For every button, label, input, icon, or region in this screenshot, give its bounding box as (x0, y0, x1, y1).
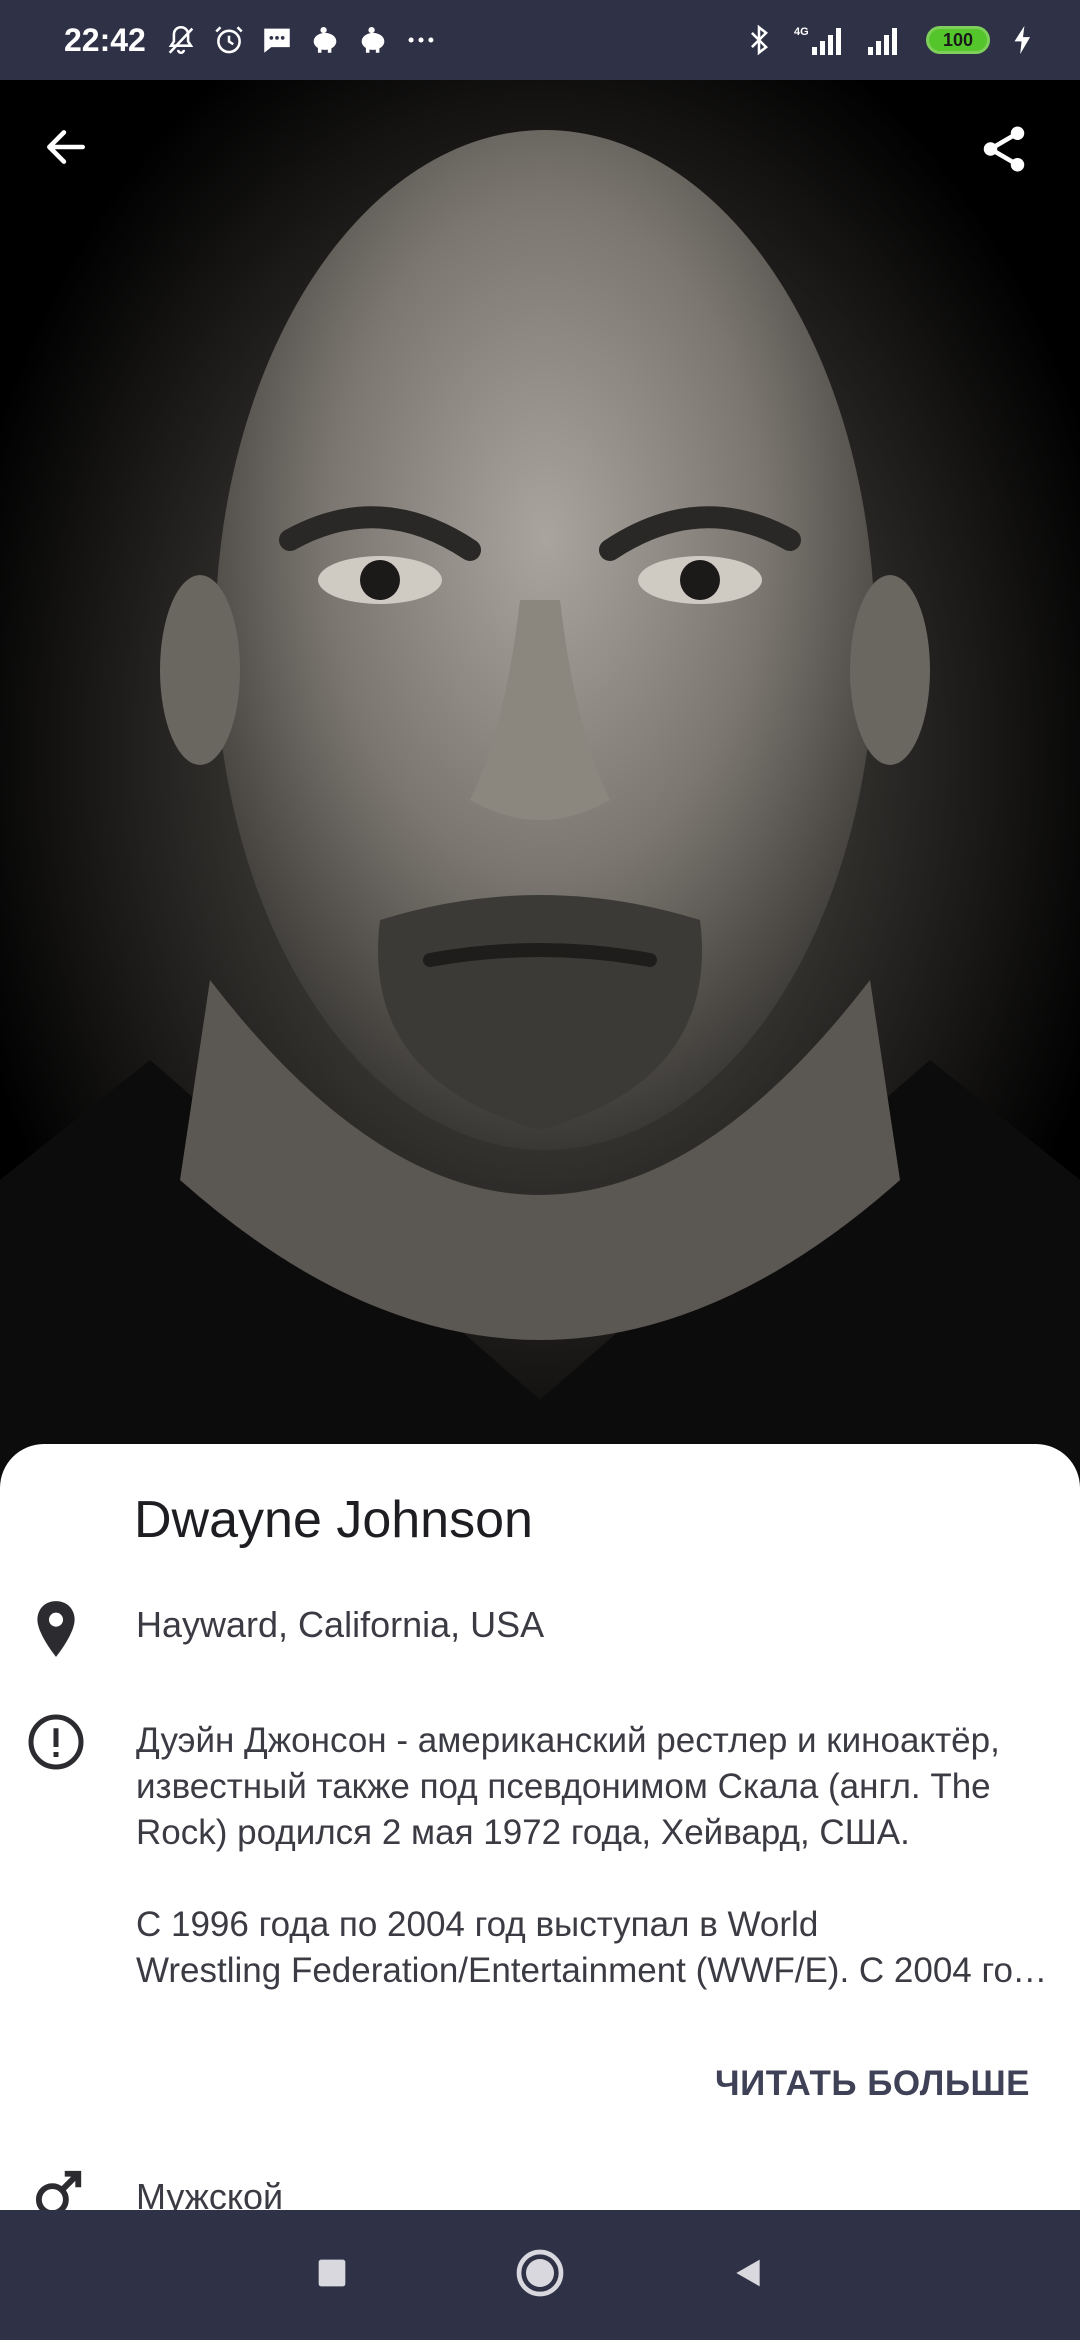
piggy-bank-icon (313, 26, 337, 53)
profile-card: Dwayne Johnson Hayward, California, USA … (0, 1444, 1080, 2214)
status-icons-left (164, 23, 438, 57)
status-time: 22:42 (64, 21, 146, 58)
info-alert-icon (26, 1712, 86, 1772)
square-icon (318, 2259, 346, 2286)
gender-text: Мужской (136, 2176, 284, 2214)
circle-icon (516, 2249, 564, 2296)
status-icons-right: 4G 100 (742, 23, 1040, 57)
alarm-icon (215, 26, 243, 54)
piggy-bank-icon (361, 26, 385, 53)
nav-back-button[interactable] (728, 2253, 768, 2298)
back-button[interactable] (41, 122, 113, 194)
more-icon (408, 37, 434, 43)
status-bar: 22:42 4G 100 (0, 0, 1080, 80)
message-icon (264, 28, 290, 53)
charging-icon (1014, 25, 1031, 55)
battery-icon: 100 (926, 26, 990, 54)
signal-icon (868, 28, 897, 55)
bio-paragraph-2-line-1: С 1996 года по 2004 год выступал в World (136, 1905, 819, 1944)
location-text: Hayward, California, USA (136, 1604, 545, 1645)
profile-photo (0, 80, 1080, 1480)
recents-button[interactable] (312, 2253, 352, 2298)
system-nav-bar (0, 2210, 1080, 2340)
home-button[interactable] (512, 2245, 568, 2306)
portrait-image (0, 130, 1080, 1480)
triangle-back-icon (736, 2259, 760, 2286)
bluetooth-icon (751, 24, 768, 56)
read-more-button[interactable]: ЧИТАТЬ БОЛЬШЕ (715, 2064, 1030, 2104)
battery-level: 100 (942, 29, 974, 50)
biography-text: Дуэйн Джонсон - американский рестлер и к… (136, 1718, 1056, 1994)
bio-paragraph-2-line-2: Wrestling Federation/Entertainment (WWF/… (136, 1951, 1051, 1990)
bell-off-icon (168, 25, 194, 54)
signal-icon: 4G (794, 26, 841, 55)
bio-paragraph-2: С 1996 года по 2004 год выступал в World… (136, 1902, 1056, 1994)
share-icon (983, 126, 1025, 172)
arrow-left-icon (47, 130, 85, 164)
location-pin-icon (26, 1600, 86, 1660)
bio-paragraph-1: Дуэйн Джонсон - американский рестлер и к… (136, 1721, 1000, 1852)
share-button[interactable] (977, 122, 1049, 194)
person-name: Dwayne Johnson (134, 1491, 533, 1549)
network-type: 4G (794, 26, 809, 38)
male-icon (28, 2164, 88, 2214)
